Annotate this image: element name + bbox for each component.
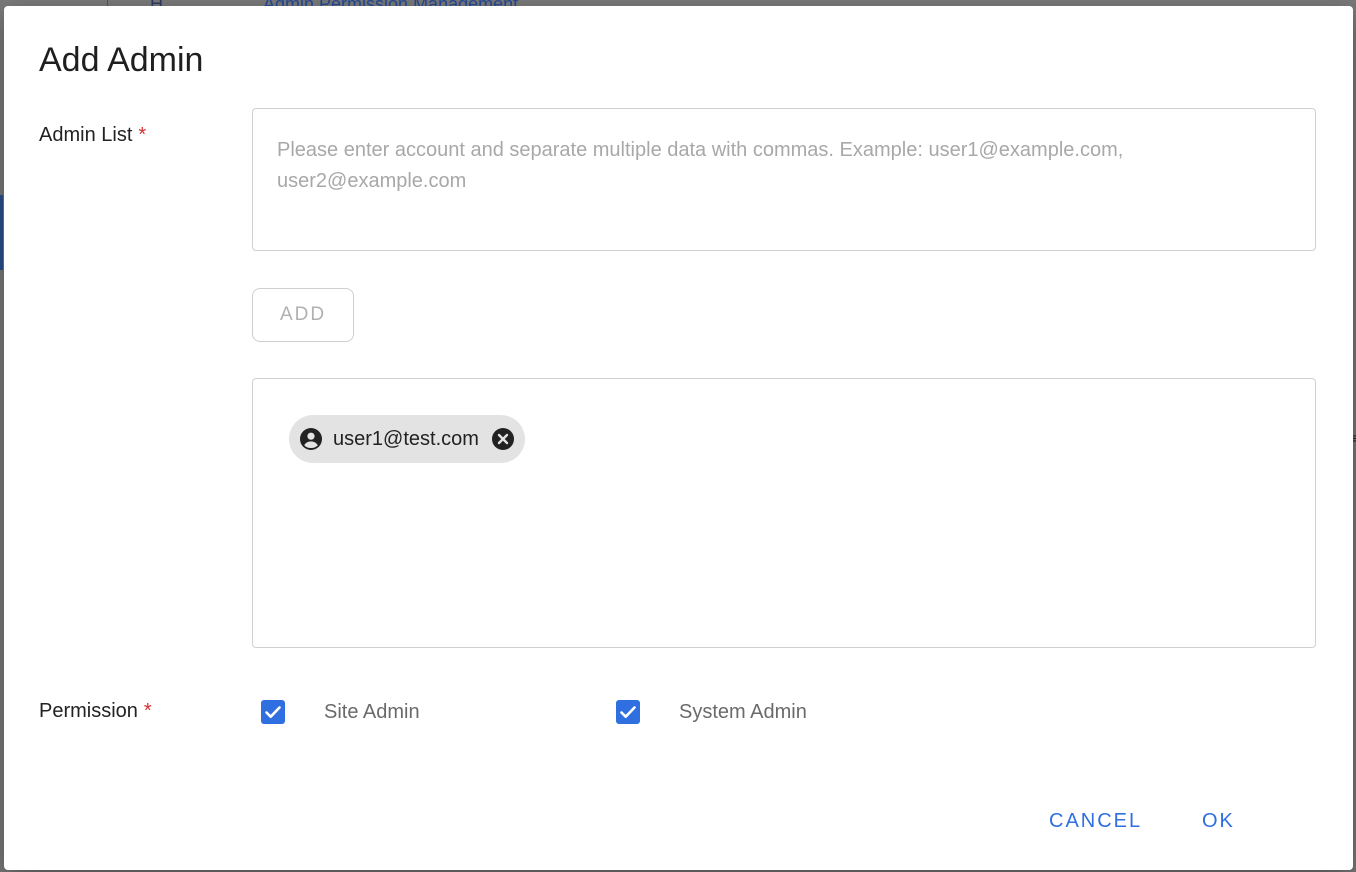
permission-label: Permission *: [39, 699, 152, 723]
dialog-actions: CANCEL OK: [953, 801, 1353, 841]
system-admin-checkbox[interactable]: [616, 700, 640, 724]
admin-list-label-text: Admin List: [39, 124, 133, 146]
admin-chip: user1@test.com: [289, 415, 525, 463]
system-admin-label: System Admin: [679, 701, 807, 723]
account-circle-icon: [299, 427, 323, 451]
site-admin-checkbox[interactable]: [261, 700, 285, 724]
site-admin-label: Site Admin: [324, 701, 420, 723]
add-admin-dialog: Add Admin Admin List* ADD user1@test.com: [4, 6, 1353, 870]
required-asterisk: *: [143, 700, 152, 722]
selected-admins-box: user1@test.com: [252, 378, 1316, 648]
admin-chip-label: user1@test.com: [333, 428, 479, 450]
checkmark-icon: [616, 700, 640, 724]
admin-list-label: Admin List *: [39, 123, 146, 147]
site-admin-option: Site Admin: [261, 700, 420, 724]
dialog-title: Add Admin: [39, 41, 204, 79]
background-nav-accent: [0, 195, 3, 270]
ok-button[interactable]: OK: [1202, 801, 1235, 841]
chip-remove-icon[interactable]: [491, 427, 515, 451]
checkmark-icon: [261, 700, 285, 724]
required-asterisk: *: [138, 124, 147, 146]
admin-list-input[interactable]: [252, 108, 1316, 251]
cancel-button[interactable]: CANCEL: [1049, 801, 1142, 841]
add-button[interactable]: ADD: [252, 288, 354, 342]
system-admin-option: System Admin: [616, 700, 807, 724]
permission-label-text: Permission: [39, 700, 138, 722]
